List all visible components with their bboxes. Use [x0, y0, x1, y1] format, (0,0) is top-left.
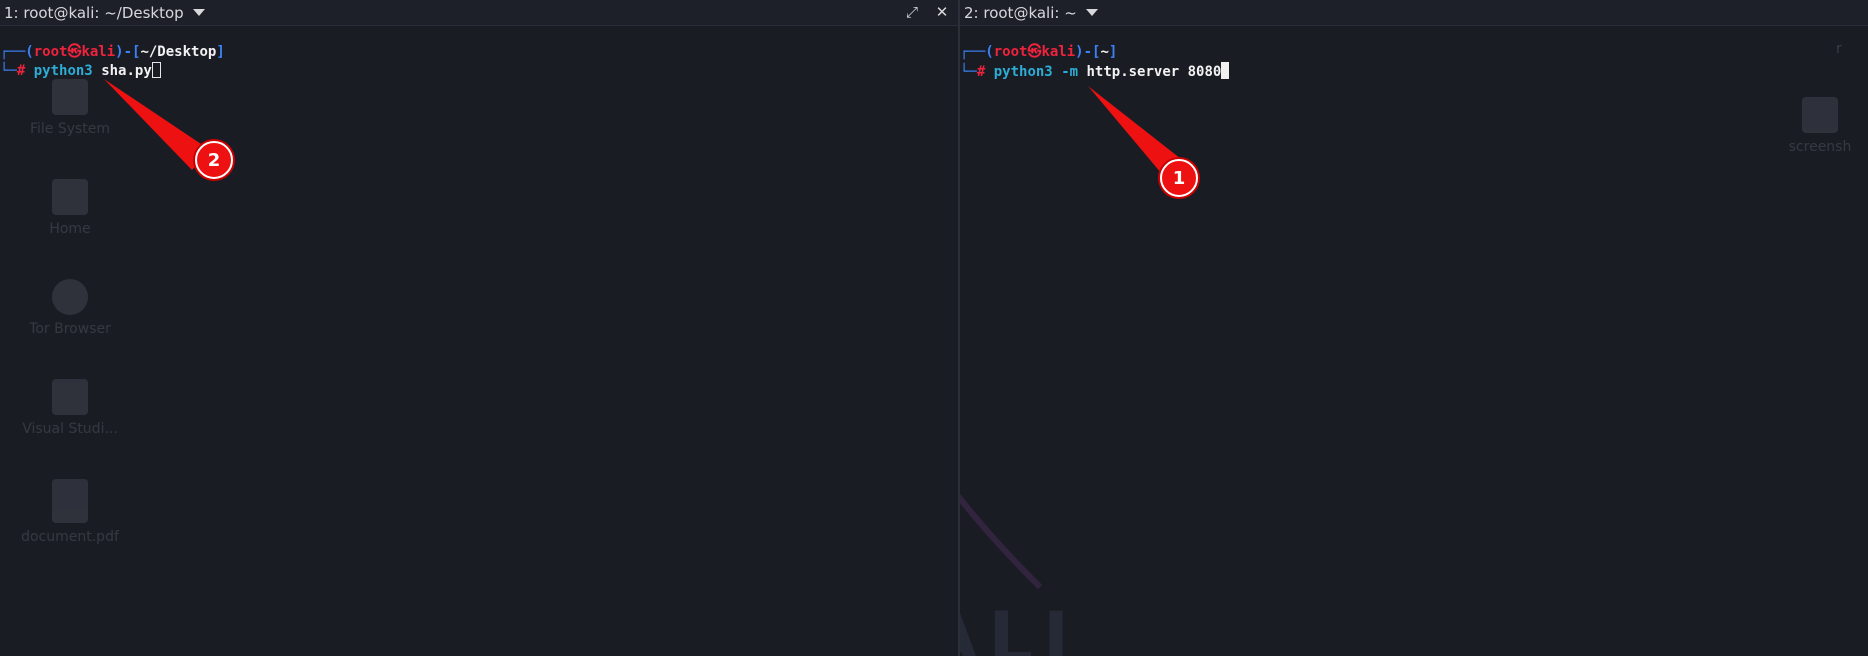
command-args: sha.py	[101, 63, 152, 79]
prompt-separator: )-[	[115, 44, 141, 60]
left-terminal-tab-title[interactable]: 1: root@kali: ~/Desktop	[0, 4, 184, 22]
desktop-icon-document: document.pdf	[15, 479, 125, 545]
maximize-icon[interactable]: ⤢	[903, 3, 921, 21]
command-flag: -m	[1061, 64, 1079, 80]
prompt-user: root	[33, 44, 68, 60]
chevron-down-icon[interactable]	[192, 9, 205, 16]
desktop-icon-home: Home	[15, 179, 125, 237]
annotation-badge-1: 1	[1160, 159, 1198, 197]
prompt-hash: #	[976, 64, 986, 80]
right-terminal-tab-bar: 2: root@kali: ~	[960, 0, 1868, 26]
tor-icon	[52, 279, 88, 315]
prompt-hash: #	[16, 63, 26, 79]
vscode-icon	[52, 379, 88, 415]
prompt-bracket-end: ]	[1108, 44, 1118, 60]
prompt-user: root	[993, 44, 1028, 60]
text-cursor	[1221, 62, 1230, 79]
desktop-icon-file-system: File System	[15, 79, 125, 137]
right-terminal-output: ┌──(root㉿kali)-[~] └─# python3 -m http.s…	[960, 43, 1230, 82]
close-icon[interactable]: ✕	[933, 3, 951, 21]
skull-icon: ㉿	[67, 44, 82, 60]
command-program: python3	[33, 63, 93, 79]
right-terminal-pane[interactable]: KALI r screensh ┌──(root㉿kali)-[~] └─# p…	[960, 27, 1868, 656]
text-cursor	[151, 62, 161, 78]
prompt-corner: └─	[0, 63, 17, 79]
prompt-bracket-end: ]	[216, 44, 225, 60]
file-icon	[52, 479, 88, 523]
prompt-path: ~/Desktop	[140, 44, 217, 60]
wallpaper-logo-text: KALI	[960, 597, 1080, 656]
image-icon	[1802, 97, 1838, 133]
left-terminal-pane[interactable]: File System Home Tor Browser Visual Stud…	[0, 27, 958, 656]
chevron-down-icon[interactable]	[1085, 9, 1098, 16]
folder-icon	[52, 179, 88, 215]
desktop-corner-text: r	[1836, 41, 1842, 57]
prompt-bracket: ┌──(	[960, 44, 994, 60]
left-terminal-output: ┌──(root㉿kali)-[~/Desktop] └─# python3 s…	[0, 43, 225, 81]
desktop-icon-screenshot: screensh	[1770, 97, 1868, 155]
annotation-badge-2: 2	[195, 141, 233, 179]
right-terminal-tab-title[interactable]: 2: root@kali: ~	[960, 4, 1077, 22]
left-terminal-tab-bar: 1: root@kali: ~/Desktop ⤢ ✕	[0, 0, 958, 26]
prompt-separator: )-[	[1075, 44, 1101, 60]
desktop-icon-visual-studio: Visual Studi...	[15, 379, 125, 437]
skull-icon: ㉿	[1027, 44, 1042, 60]
prompt-host: kali	[81, 44, 116, 60]
desktop-icon-tor-browser: Tor Browser	[15, 279, 125, 337]
prompt-path: ~	[1100, 44, 1109, 60]
command-program: python3	[993, 64, 1053, 80]
prompt-corner: └─	[960, 64, 977, 80]
prompt-bracket: ┌──(	[0, 44, 34, 60]
disk-icon	[52, 79, 88, 115]
prompt-host: kali	[1041, 44, 1076, 60]
command-args: http.server 8080	[1086, 64, 1222, 80]
kali-dragon-wallpaper	[960, 493, 1043, 590]
